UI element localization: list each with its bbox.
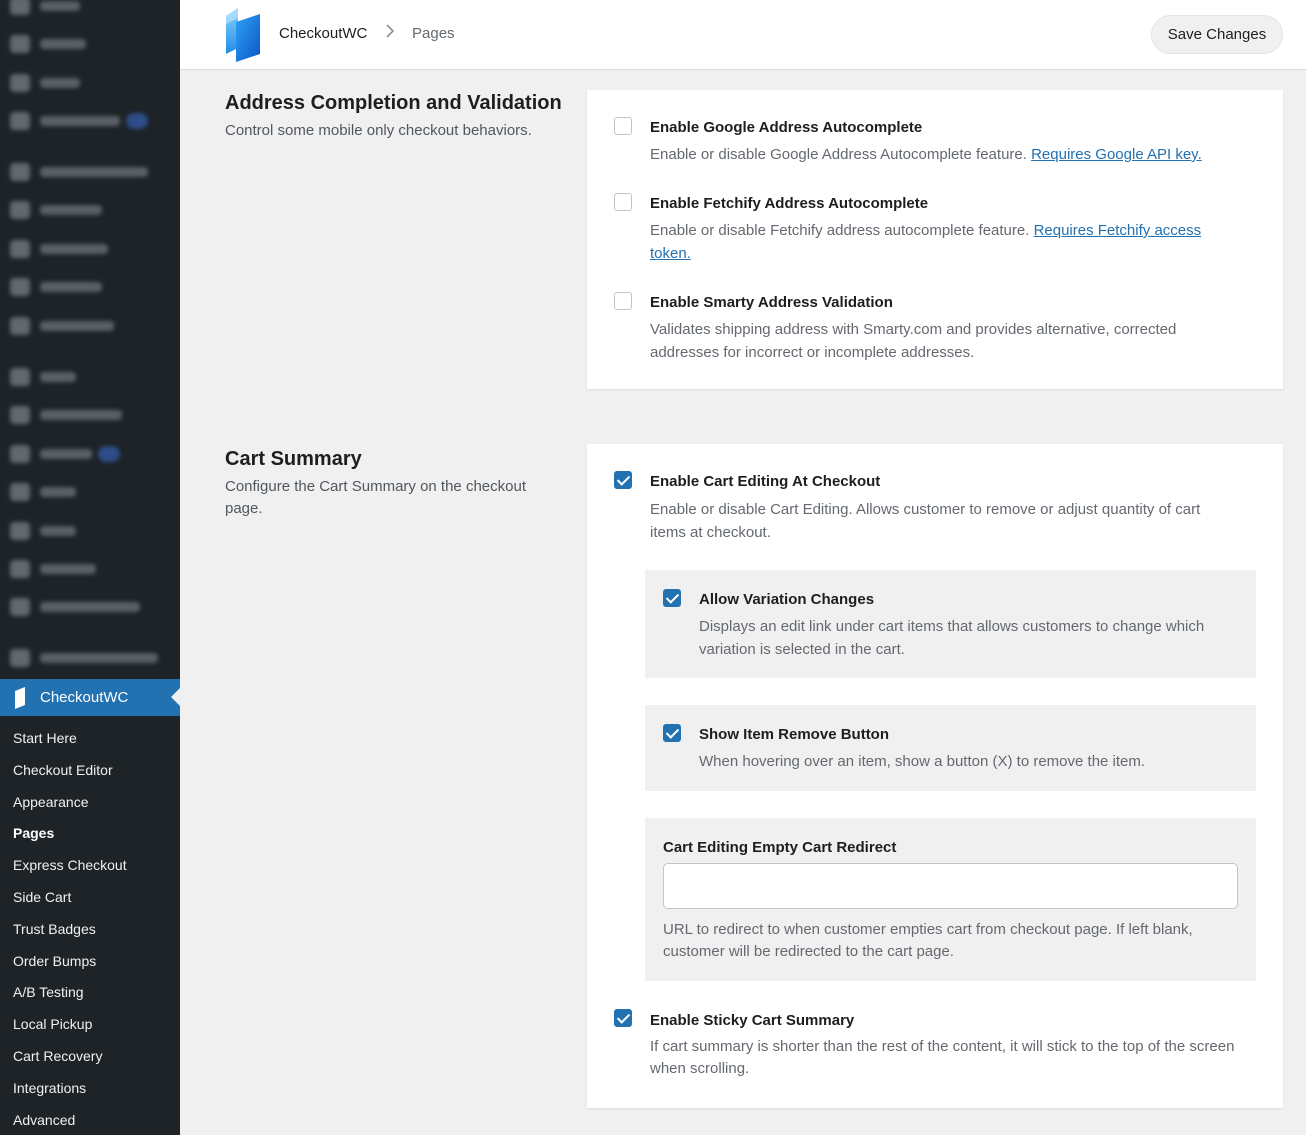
address-settings-card: Enable Google Address Autocomplete Enabl… bbox=[587, 90, 1283, 389]
sidebar-item-label: CheckoutWC bbox=[40, 689, 129, 706]
admin-sidebar: CheckoutWC Start Here Checkout Editor Appe… bbox=[0, 0, 180, 1135]
google-autocomplete-checkbox[interactable] bbox=[614, 117, 632, 135]
submenu-item-express-checkout[interactable]: Express Checkout bbox=[0, 850, 180, 882]
sidebar-item-blurred[interactable] bbox=[10, 316, 114, 336]
submenu-item-start-here[interactable]: Start Here bbox=[0, 723, 180, 755]
sidebar-item-blurred[interactable] bbox=[10, 239, 108, 259]
google-autocomplete-desc: Enable or disable Google Address Autocom… bbox=[650, 146, 1202, 163]
submenu-item-a-b-testing[interactable]: A/B Testing bbox=[0, 977, 180, 1009]
breadcrumb-current-page: Pages bbox=[412, 25, 455, 42]
top-header: CheckoutWC Pages Save Changes bbox=[180, 0, 1306, 70]
empty-cart-redirect-panel: Cart Editing Empty Cart Redirect URL to … bbox=[645, 818, 1256, 981]
sidebar-item-blurred[interactable] bbox=[10, 367, 76, 387]
sidebar-item-blurred[interactable] bbox=[10, 0, 80, 16]
submenu-item-side-cart[interactable]: Side Cart bbox=[0, 882, 180, 914]
submenu-item-local-pickup[interactable]: Local Pickup bbox=[0, 1009, 180, 1041]
remove-button-panel: Show Item Remove Button When hovering ov… bbox=[645, 705, 1256, 791]
fetchify-autocomplete-desc: Enable or disable Fetchify address autoc… bbox=[650, 222, 1202, 262]
remove-button-checkbox[interactable] bbox=[663, 724, 681, 742]
sticky-cart-label: Enable Sticky Cart Summary bbox=[650, 1012, 855, 1029]
sidebar-item-blurred[interactable] bbox=[10, 34, 86, 54]
sidebar-item-blurred[interactable] bbox=[10, 648, 158, 668]
fetchify-autocomplete-checkbox[interactable] bbox=[614, 193, 632, 211]
variation-changes-desc: Displays an edit link under cart items t… bbox=[699, 618, 1205, 658]
cart-editing-checkbox[interactable] bbox=[614, 471, 632, 489]
google-autocomplete-label: Enable Google Address Autocomplete bbox=[650, 119, 923, 136]
sidebar-item-blurred[interactable] bbox=[10, 405, 122, 425]
submenu-item-integrations[interactable]: Integrations bbox=[0, 1073, 180, 1105]
variation-changes-label: Allow Variation Changes bbox=[699, 591, 875, 608]
google-api-key-link[interactable]: Requires Google API key. bbox=[1031, 146, 1202, 163]
remove-button-desc: When hovering over an item, show a butto… bbox=[699, 753, 1146, 770]
save-changes-button[interactable]: Save Changes bbox=[1151, 15, 1283, 54]
breadcrumb-brand[interactable]: CheckoutWC bbox=[279, 25, 367, 42]
empty-cart-redirect-input[interactable] bbox=[663, 863, 1238, 909]
sidebar-item-checkoutwc[interactable]: CheckoutWC bbox=[0, 679, 180, 716]
sidebar-item-blurred[interactable] bbox=[10, 559, 96, 579]
sidebar-item-blurred[interactable] bbox=[10, 162, 148, 182]
sticky-cart-desc: If cart summary is shorter than the rest… bbox=[650, 1038, 1235, 1077]
section-title-address: Address Completion and Validation bbox=[225, 92, 562, 114]
sidebar-item-blurred[interactable] bbox=[10, 200, 102, 220]
sidebar-item-blurred[interactable] bbox=[10, 277, 102, 297]
submenu-item-checkout-editor[interactable]: Checkout Editor bbox=[0, 755, 180, 787]
cart-editing-desc: Enable or disable Cart Editing. Allows c… bbox=[650, 501, 1201, 541]
section-desc-cart-summary: Configure the Cart Summary on the checko… bbox=[225, 478, 526, 517]
variation-changes-panel: Allow Variation Changes Displays an edit… bbox=[645, 570, 1256, 678]
smarty-validation-checkbox[interactable] bbox=[614, 292, 632, 310]
smarty-validation-label: Enable Smarty Address Validation bbox=[650, 294, 893, 311]
sidebar-item-blurred[interactable] bbox=[10, 597, 140, 617]
section-title-cart-summary: Cart Summary bbox=[225, 448, 362, 470]
section-desc-address: Control some mobile only checkout behavi… bbox=[225, 122, 532, 139]
submenu-item-advanced[interactable]: Advanced bbox=[0, 1105, 180, 1135]
empty-cart-redirect-label: Cart Editing Empty Cart Redirect bbox=[663, 839, 897, 856]
submenu-item-cart-recovery[interactable]: Cart Recovery bbox=[0, 1041, 180, 1073]
sidebar-item-blurred[interactable] bbox=[10, 73, 80, 93]
submenu-item-pages[interactable]: Pages bbox=[0, 818, 180, 850]
checkoutwc-logo-icon bbox=[226, 8, 260, 62]
fetchify-autocomplete-label: Enable Fetchify Address Autocomplete bbox=[650, 195, 929, 212]
variation-changes-checkbox[interactable] bbox=[663, 589, 681, 607]
cart-editing-label: Enable Cart Editing At Checkout bbox=[650, 473, 881, 490]
active-menu-arrow bbox=[171, 688, 180, 706]
submenu-item-trust-badges[interactable]: Trust Badges bbox=[0, 914, 180, 946]
sidebar-item-blurred[interactable] bbox=[10, 482, 76, 502]
remove-button-label: Show Item Remove Button bbox=[699, 726, 890, 743]
empty-cart-redirect-desc: URL to redirect to when customer empties… bbox=[663, 921, 1193, 960]
submenu-item-order-bumps[interactable]: Order Bumps bbox=[0, 946, 180, 978]
sidebar-item-blurred[interactable] bbox=[10, 444, 120, 464]
sidebar-item-blurred[interactable] bbox=[10, 521, 76, 541]
submenu-item-appearance[interactable]: Appearance bbox=[0, 787, 180, 819]
breadcrumb-chevron-icon bbox=[385, 24, 395, 42]
smarty-validation-desc: Validates shipping address with Smarty.c… bbox=[650, 321, 1177, 361]
sidebar-item-blurred[interactable] bbox=[10, 111, 148, 131]
checkoutwc-logo-icon bbox=[15, 686, 25, 709]
checkoutwc-submenu: Start Here Checkout Editor Appearance Pages… bbox=[0, 723, 180, 1135]
sticky-cart-checkbox[interactable] bbox=[614, 1009, 632, 1027]
